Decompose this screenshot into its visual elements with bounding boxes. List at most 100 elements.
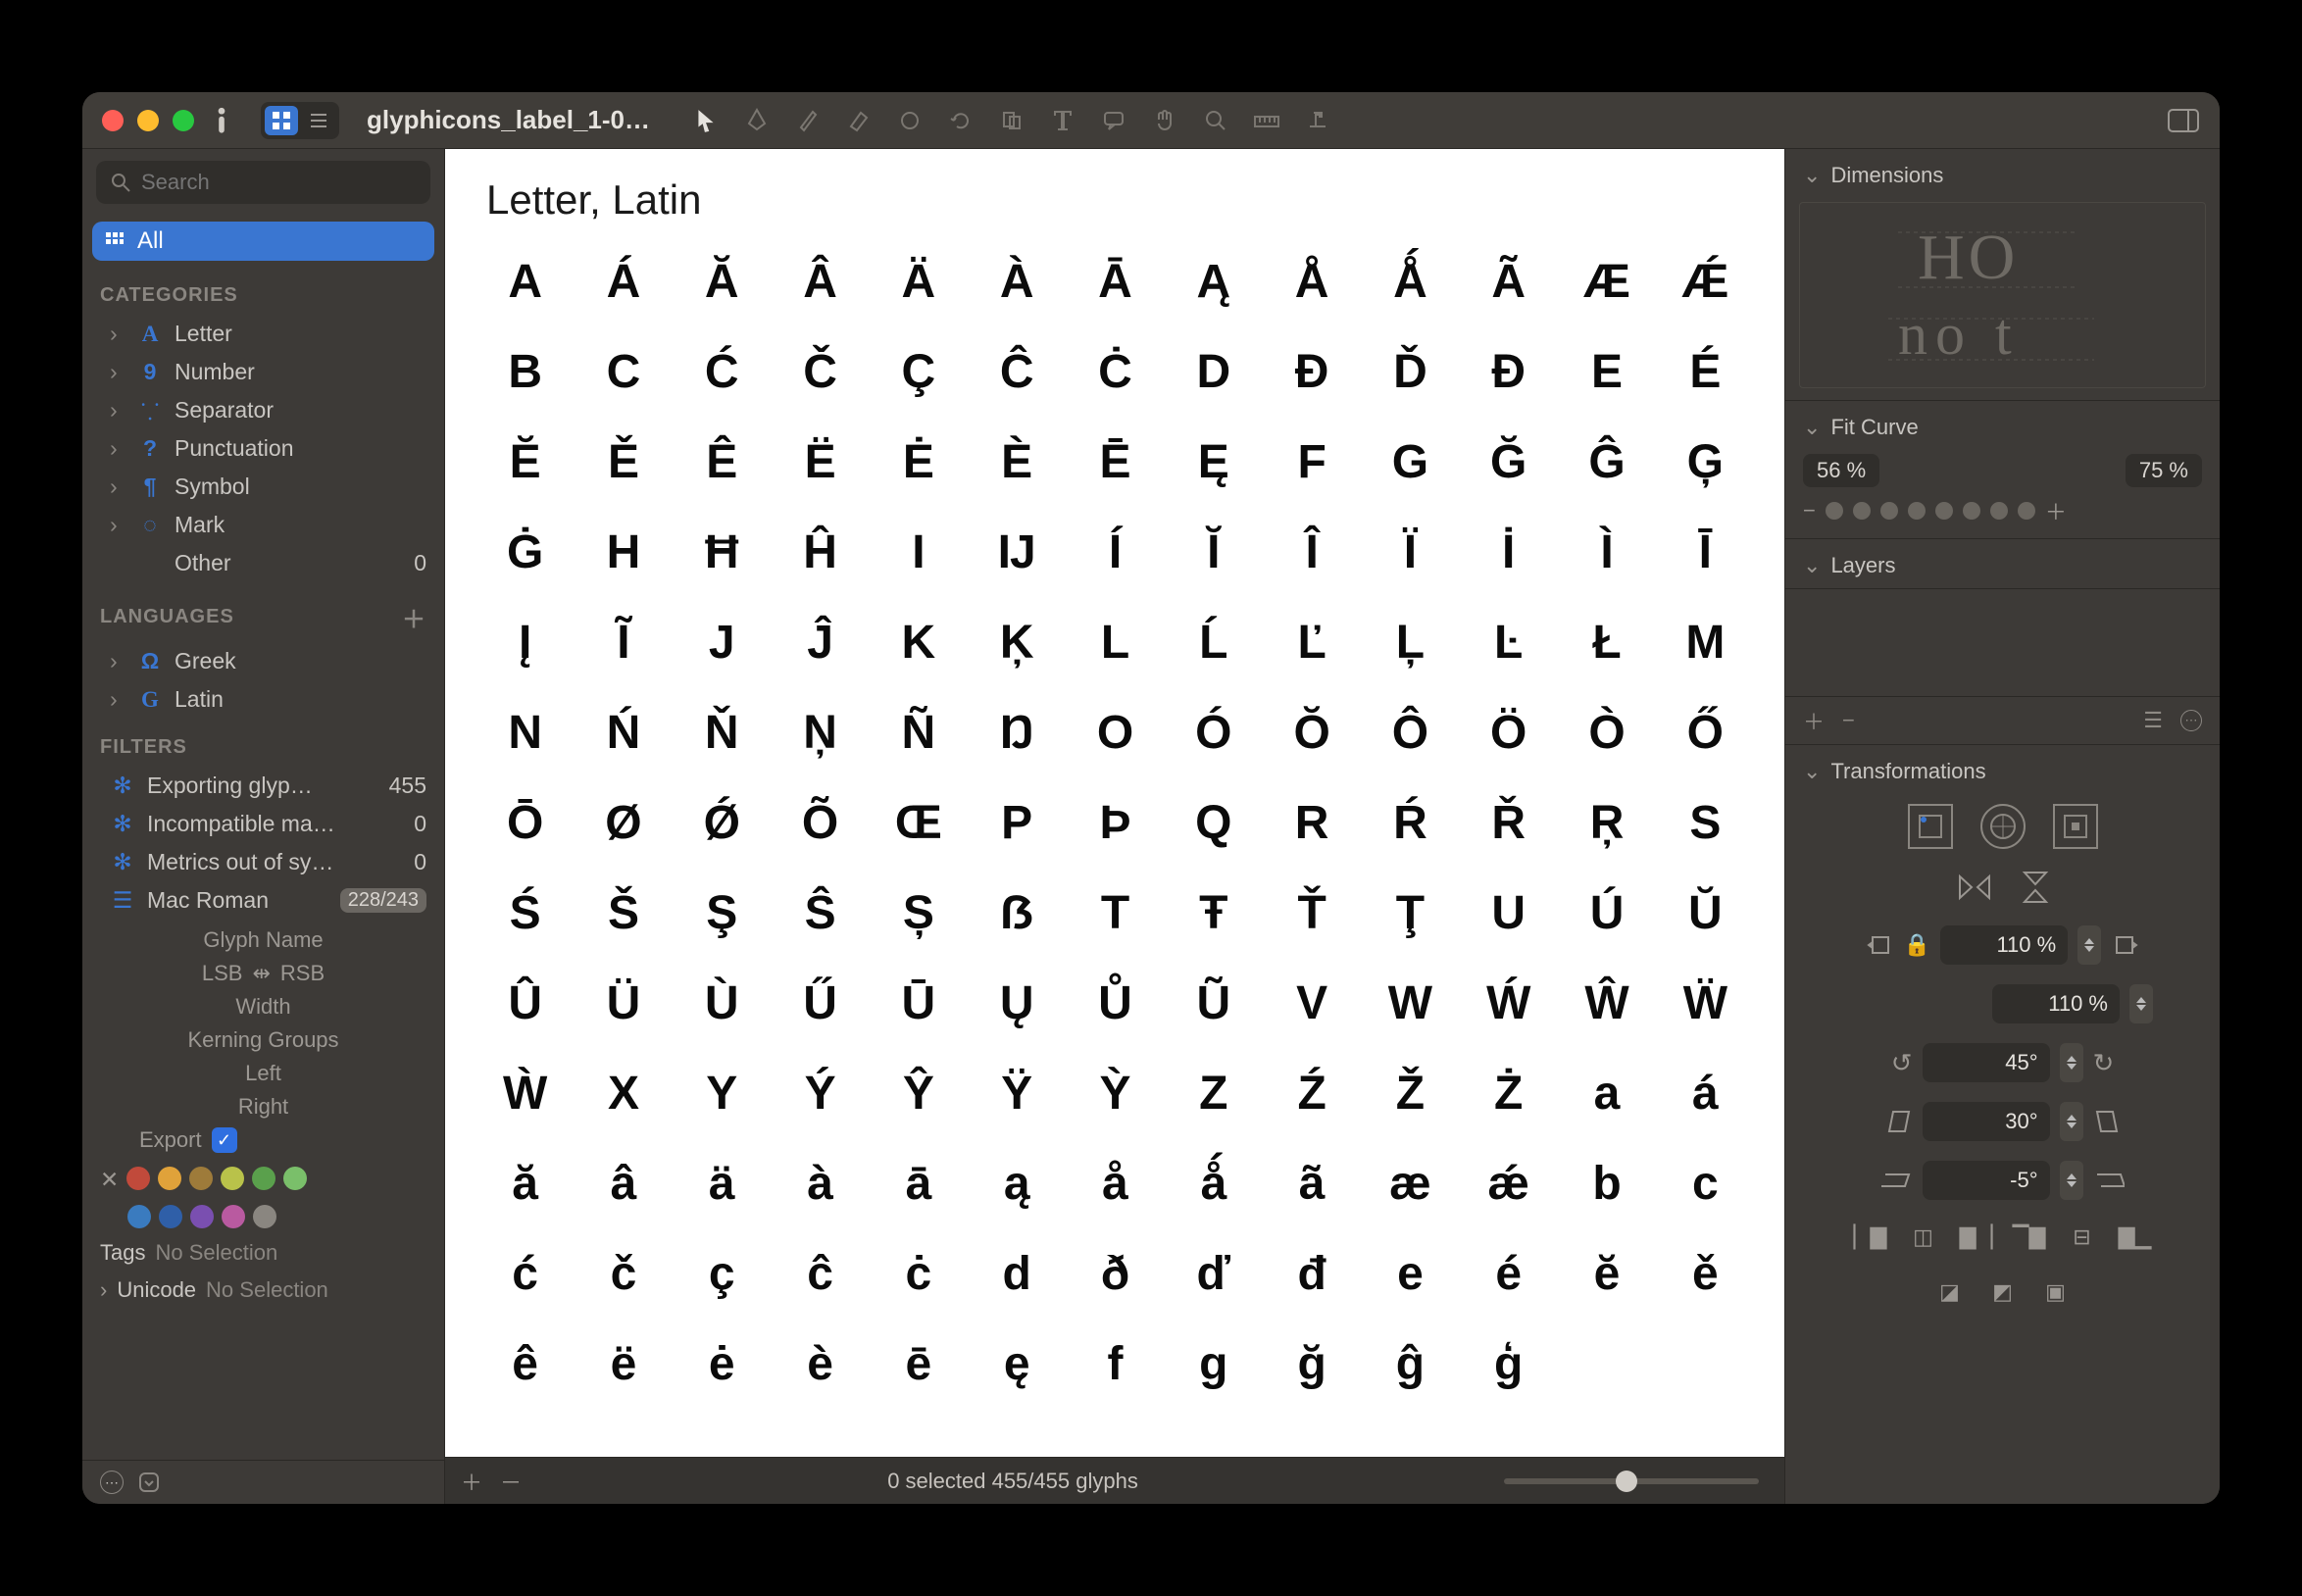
filter-incompat[interactable]: ✻Incompatible ma…0 (82, 805, 444, 843)
lock-icon[interactable]: 🔒 (1904, 932, 1930, 958)
category-other[interactable]: ›Other0 (82, 544, 444, 582)
skew-input[interactable] (1923, 1102, 2050, 1141)
pointer-tool[interactable] (691, 106, 721, 135)
color-swatch[interactable] (189, 1167, 213, 1190)
annotate-tool[interactable] (1099, 106, 1128, 135)
export-checkbox[interactable]: ✓ (212, 1127, 237, 1153)
slant-input[interactable] (1923, 1161, 2050, 1200)
filter-mac-roman[interactable]: ☰Mac Roman228/243 (82, 881, 444, 920)
align-left-icon[interactable]: ▏▇ (1855, 1222, 1886, 1253)
color-swatch[interactable] (159, 1205, 182, 1228)
scale-h-left-icon[interactable] (1867, 931, 1894, 959)
glyph-cell[interactable]: Ć (677, 335, 766, 408)
glyph-cell[interactable]: æ (1366, 1147, 1454, 1220)
zoom-slider[interactable] (1504, 1478, 1759, 1484)
glyph-canvas[interactable]: Letter, Latin AÁĂÂÄÀĀĄÅǺÃÆǼBCĆČÇĈĊDÐĎĐEÉ… (445, 149, 1784, 1457)
align-vcenter-icon[interactable]: ⊟ (2067, 1222, 2098, 1253)
glyph-cell[interactable]: Č (776, 335, 864, 408)
fit-dot-row[interactable]: − ＋ (1785, 495, 2220, 538)
minimize-window-button[interactable] (137, 110, 159, 131)
glyph-cell[interactable]: C (578, 335, 667, 408)
glyph-cell[interactable]: Ł (1562, 606, 1650, 678)
glyph-cell[interactable]: Ü (578, 967, 667, 1039)
glyph-cell[interactable]: Ő (1661, 696, 1749, 769)
glyph-cell[interactable]: Ç (874, 335, 962, 408)
glyph-cell[interactable]: Ţ (1366, 876, 1454, 949)
glyph-cell[interactable]: Ÿ (973, 1057, 1061, 1129)
glyph-cell[interactable]: Ģ (1661, 425, 1749, 498)
color-swatch[interactable] (158, 1167, 181, 1190)
baseline-tool[interactable] (1303, 106, 1332, 135)
glyph-cell[interactable]: Ű (776, 967, 864, 1039)
category-separator[interactable]: ›⸪Separator (82, 391, 444, 429)
pen-tool[interactable] (742, 106, 772, 135)
search-field[interactable] (96, 161, 430, 204)
glyph-cell[interactable]: Ŧ (1169, 876, 1257, 949)
pencil-tool[interactable] (793, 106, 823, 135)
glyph-cell[interactable]: V (1267, 967, 1355, 1039)
color-swatch[interactable] (283, 1167, 307, 1190)
category-symbol[interactable]: ›¶Symbol (82, 468, 444, 506)
glyph-cell[interactable]: Ý (776, 1057, 864, 1129)
glyph-cell[interactable]: ç (677, 1237, 766, 1310)
info-icon[interactable] (208, 107, 235, 134)
glyph-cell[interactable]: ă (480, 1147, 569, 1220)
toggle-inspector-button[interactable] (2167, 108, 2200, 133)
glyph-cell[interactable]: ǽ (1464, 1147, 1552, 1220)
glyph-cell[interactable]: a (1562, 1057, 1650, 1129)
glyph-cell[interactable]: Ń (578, 696, 667, 769)
glyph-cell[interactable]: Š (578, 876, 667, 949)
fit-low-input[interactable]: 56 % (1803, 454, 1879, 487)
glyph-cell[interactable]: ę (973, 1327, 1061, 1400)
color-swatch[interactable] (221, 1167, 244, 1190)
layer-more-icon[interactable]: ⋯ (2180, 710, 2202, 731)
glyph-cell[interactable]: Ó (1169, 696, 1257, 769)
glyph-cell[interactable]: ã (1267, 1147, 1355, 1220)
glyph-cell[interactable]: Ỳ (1071, 1057, 1159, 1129)
remove-layer-button[interactable]: − (1842, 708, 1855, 733)
glyph-cell[interactable]: F (1267, 425, 1355, 498)
glyph-cell[interactable]: ď (1169, 1237, 1257, 1310)
rotate-cw-icon[interactable]: ↻ (2093, 1048, 2115, 1078)
glyph-cell[interactable]: ĝ (1366, 1327, 1454, 1400)
glyph-cell[interactable]: Ż (1464, 1057, 1552, 1129)
glyph-cell[interactable]: Ǽ (1661, 245, 1749, 318)
glyph-cell[interactable]: X (578, 1057, 667, 1129)
color-swatch[interactable] (190, 1205, 214, 1228)
glyph-cell[interactable]: Į (480, 606, 569, 678)
text-tool[interactable] (1048, 106, 1077, 135)
glyph-cell[interactable]: Ĺ (1169, 606, 1257, 678)
glyph-cell[interactable]: è (776, 1327, 864, 1400)
remove-glyph-button[interactable]: － (500, 1466, 522, 1497)
unicode-row[interactable]: › Unicode No Selection (82, 1272, 444, 1309)
color-swatch[interactable] (127, 1205, 151, 1228)
glyph-cell[interactable]: Û (480, 967, 569, 1039)
glyph-cell[interactable]: Õ (776, 786, 864, 859)
glyph-cell[interactable]: Ė (874, 425, 962, 498)
filter-metrics[interactable]: ✻Metrics out of sy…0 (82, 843, 444, 881)
glyph-cell[interactable]: E (1562, 335, 1650, 408)
glyph-cell[interactable]: Ī (1661, 516, 1749, 588)
glyph-cell[interactable]: N (480, 696, 569, 769)
glyph-cell[interactable]: Ù (677, 967, 766, 1039)
glyph-cell[interactable]: b (1562, 1147, 1650, 1220)
glyph-cell[interactable]: Ë (776, 425, 864, 498)
glyph-cell[interactable]: B (480, 335, 569, 408)
glyph-cell[interactable]: Î (1267, 516, 1355, 588)
glyph-cell[interactable]: Ŋ (973, 696, 1061, 769)
glyph-cell[interactable]: ą (973, 1147, 1061, 1220)
glyph-cell[interactable]: L (1071, 606, 1159, 678)
glyph-cell[interactable]: Ǻ (1366, 245, 1454, 318)
glyph-cell[interactable]: Ċ (1071, 335, 1159, 408)
category-letter[interactable]: ›ALetter (82, 315, 444, 353)
glyph-cell[interactable]: P (973, 786, 1061, 859)
glyph-cell[interactable]: O (1071, 696, 1159, 769)
align-bottom-icon[interactable]: ▇▁ (2120, 1222, 2151, 1253)
glyph-cell[interactable]: g (1169, 1327, 1257, 1400)
glyph-cell[interactable]: Ŵ (1562, 967, 1650, 1039)
glyph-cell[interactable]: č (578, 1237, 667, 1310)
filter-all[interactable]: All (92, 222, 434, 261)
glyph-cell[interactable]: Þ (1071, 786, 1159, 859)
fitcurve-panel-head[interactable]: ⌄Fit Curve (1785, 400, 2220, 450)
glyph-cell[interactable]: IJ (973, 516, 1061, 588)
